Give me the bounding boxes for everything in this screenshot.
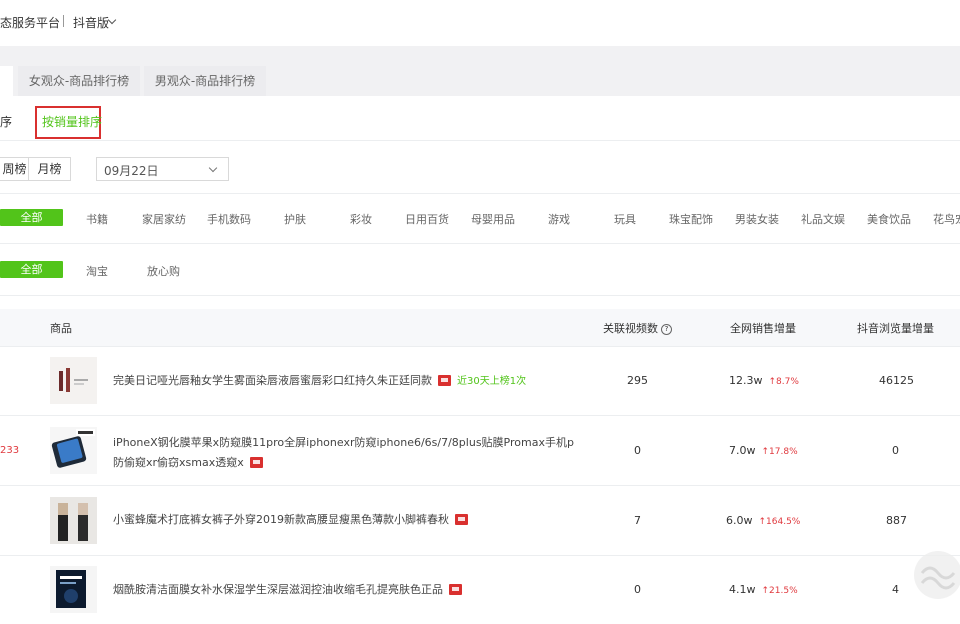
version-switch[interactable]: 抖音版 bbox=[73, 14, 109, 31]
top-bar: 态服务平台 抖音版 bbox=[0, 0, 960, 46]
platform-title: 态服务平台 bbox=[0, 16, 61, 30]
sort-by-sales[interactable]: 按销量排序 bbox=[42, 113, 102, 130]
videos-count: 295 bbox=[627, 374, 648, 387]
category-item[interactable]: 日用百货 bbox=[405, 211, 449, 227]
divider bbox=[0, 295, 960, 296]
product-name[interactable]: iPhoneX钢化膜苹果x防窥膜11pro全屏iphonexr防窥iphone6… bbox=[113, 436, 574, 469]
table-row[interactable]: 小蜜蜂魔术打底裤女裤子外穿2019新款高腰显瘦黑色薄款小脚裤春秋 bbox=[113, 510, 583, 530]
category-item[interactable]: 男装女装 bbox=[735, 211, 779, 227]
category-item[interactable]: 玩具 bbox=[614, 211, 636, 227]
growth-rate: ↑164.5% bbox=[758, 517, 801, 527]
table-row[interactable]: 烟酰胺清洁面膜女补水保湿学生深层滋润控油收缩毛孔提亮肤色正品 bbox=[113, 580, 583, 600]
category-item[interactable]: 书籍 bbox=[86, 211, 108, 227]
product-name[interactable]: 完美日记哑光唇釉女学生雾面染唇液唇蜜唇彩口红持久朱正廷同款 bbox=[113, 374, 432, 387]
category-all[interactable]: 全部 bbox=[0, 209, 63, 226]
divider bbox=[0, 346, 960, 347]
date-value: 09月22日 bbox=[104, 164, 159, 178]
product-thumbnail[interactable] bbox=[50, 566, 97, 613]
product-name[interactable]: 小蜜蜂魔术打底裤女裤子外穿2019新款高腰显瘦黑色薄款小脚裤春秋 bbox=[113, 513, 449, 526]
category-item[interactable]: 手机数码 bbox=[207, 211, 251, 227]
divider bbox=[0, 415, 960, 416]
category-item[interactable]: 美食饮品 bbox=[867, 211, 911, 227]
divider bbox=[0, 140, 960, 141]
growth-rate: ↑8.7% bbox=[768, 377, 799, 387]
divider bbox=[0, 243, 960, 244]
tab-active-stub[interactable] bbox=[0, 66, 13, 96]
column-sales[interactable]: 全网销售增量 bbox=[730, 320, 796, 336]
table-header bbox=[0, 309, 960, 346]
divider bbox=[0, 485, 960, 486]
tmall-icon bbox=[449, 584, 462, 595]
date-select[interactable]: 09月22日 bbox=[96, 157, 229, 181]
videos-count: 0 bbox=[634, 583, 641, 596]
growth-rate: ↑21.5% bbox=[761, 586, 798, 596]
weekly-rank-button[interactable]: 周榜 bbox=[0, 157, 29, 181]
tmall-icon bbox=[438, 375, 451, 386]
question-icon[interactable]: ? bbox=[661, 324, 672, 335]
chevron-down-icon bbox=[208, 163, 218, 173]
sales-cell: 6.0w ↑164.5% bbox=[726, 514, 801, 527]
sales-cell: 7.0w ↑17.8% bbox=[729, 444, 798, 457]
tab-female-audience[interactable]: 女观众-商品排行榜 bbox=[18, 66, 140, 96]
tab-male-audience[interactable]: 男观众-商品排行榜 bbox=[144, 66, 266, 96]
category-item[interactable]: 母婴用品 bbox=[471, 211, 515, 227]
sales-cell: 4.1w ↑21.5% bbox=[729, 583, 798, 596]
platform-item[interactable]: 淘宝 bbox=[86, 263, 108, 279]
table-row[interactable]: iPhoneX钢化膜苹果x防窥膜11pro全屏iphonexr防窥iphone6… bbox=[113, 433, 583, 473]
views-count: 46125 bbox=[879, 374, 914, 387]
table-row[interactable]: 完美日记哑光唇釉女学生雾面染唇液唇蜜唇彩口红持久朱正廷同款 近30天上榜1次 bbox=[113, 371, 583, 392]
sort-option-partial[interactable]: 序 bbox=[0, 113, 12, 130]
category-item[interactable]: 家居家纺 bbox=[142, 211, 186, 227]
rank-number: 233 bbox=[0, 445, 20, 456]
rank-history: 近30天上榜1次 bbox=[457, 376, 527, 387]
platform-all[interactable]: 全部 bbox=[0, 261, 63, 278]
views-count: 4 bbox=[892, 583, 899, 596]
videos-count: 7 bbox=[634, 514, 641, 527]
product-thumbnail[interactable] bbox=[50, 357, 97, 404]
tmall-icon bbox=[249, 457, 263, 468]
divider bbox=[63, 15, 64, 27]
column-videos[interactable]: 关联视频数? bbox=[603, 320, 672, 336]
views-count: 0 bbox=[892, 444, 899, 457]
tmall-icon bbox=[455, 514, 468, 525]
category-item[interactable]: 护肤 bbox=[284, 211, 306, 227]
monthly-rank-button[interactable]: 月榜 bbox=[28, 157, 71, 181]
category-item[interactable]: 花鸟宠 bbox=[933, 211, 960, 227]
platform-item[interactable]: 放心购 bbox=[147, 263, 180, 279]
category-item[interactable]: 游戏 bbox=[548, 211, 570, 227]
product-thumbnail[interactable] bbox=[50, 427, 97, 474]
product-thumbnail[interactable] bbox=[50, 497, 97, 544]
videos-count: 0 bbox=[634, 444, 641, 457]
divider bbox=[0, 193, 960, 194]
category-item[interactable]: 礼品文娱 bbox=[801, 211, 845, 227]
category-item[interactable]: 彩妆 bbox=[350, 211, 372, 227]
watermark-logo bbox=[904, 543, 960, 603]
sales-cell: 12.3w ↑8.7% bbox=[729, 374, 799, 387]
views-count: 887 bbox=[886, 514, 907, 527]
chevron-down-icon[interactable] bbox=[107, 15, 117, 25]
column-product: 商品 bbox=[50, 322, 72, 335]
divider bbox=[0, 555, 960, 556]
category-item[interactable]: 珠宝配饰 bbox=[669, 211, 713, 227]
product-name[interactable]: 烟酰胺清洁面膜女补水保湿学生深层滋润控油收缩毛孔提亮肤色正品 bbox=[113, 583, 443, 596]
growth-rate: ↑17.8% bbox=[761, 447, 798, 457]
column-views[interactable]: 抖音浏览量增量 bbox=[857, 320, 934, 336]
